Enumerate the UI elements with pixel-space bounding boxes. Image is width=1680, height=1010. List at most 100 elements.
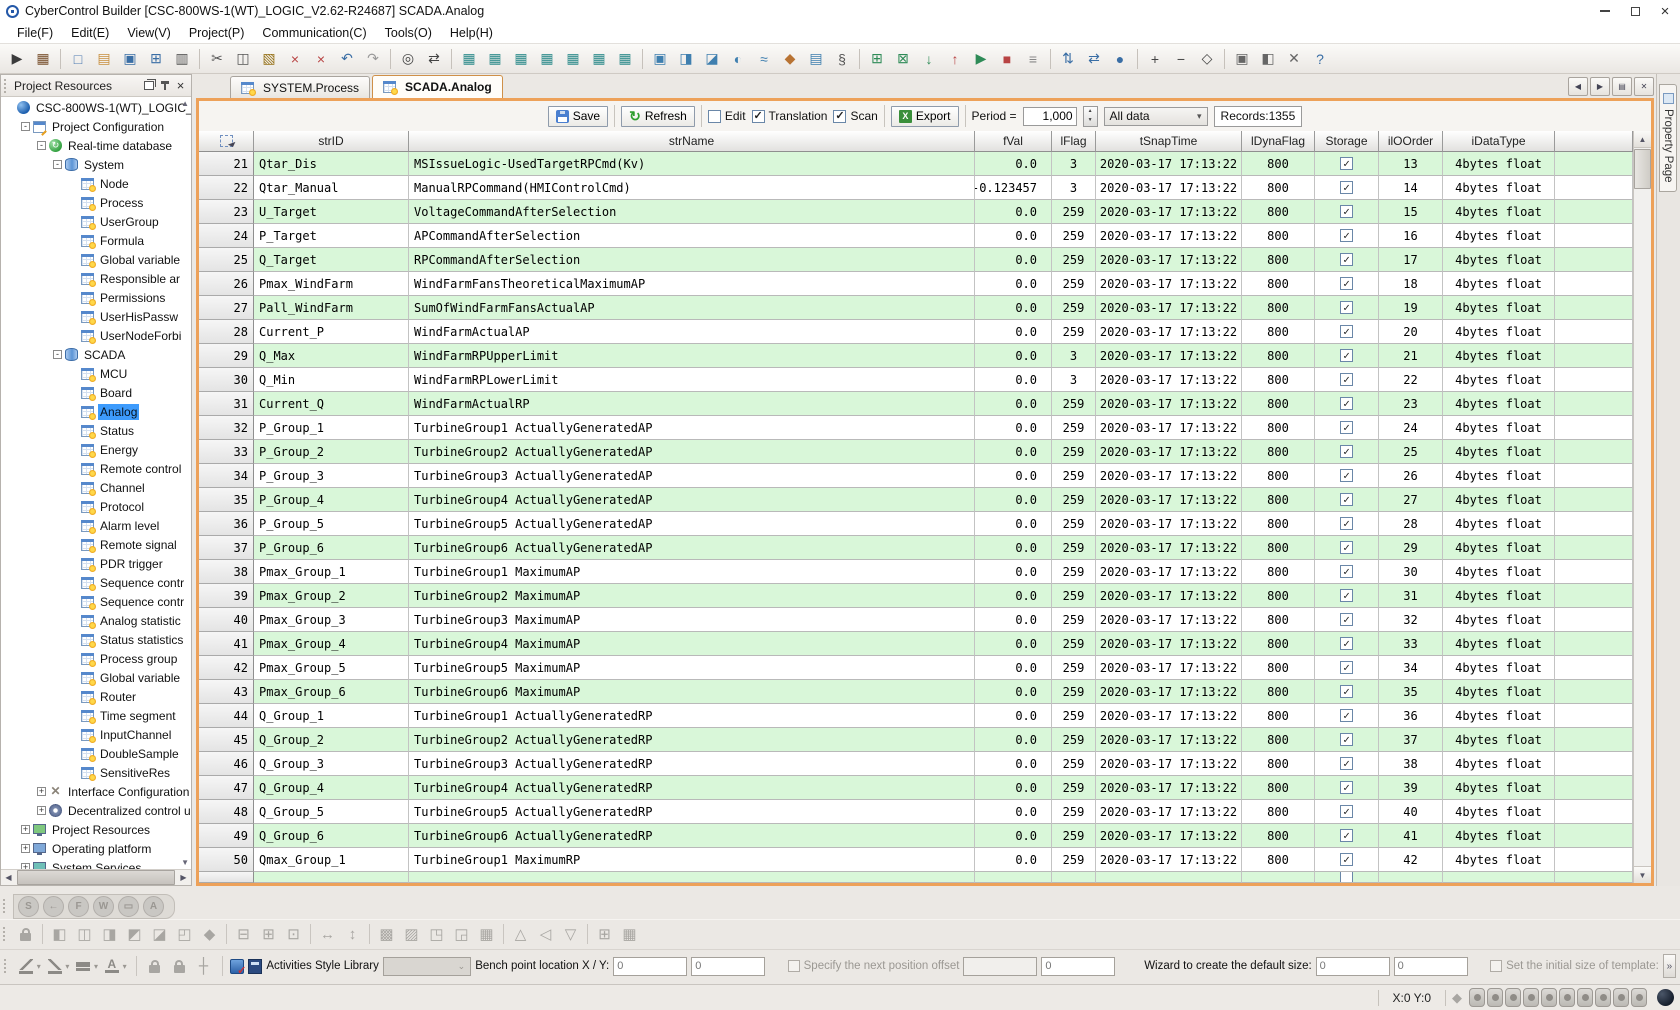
cell-lflag[interactable]: 3 <box>1052 152 1096 176</box>
storage-checkbox[interactable] <box>1340 872 1353 883</box>
rotate-icon[interactable]: △ <box>509 923 532 946</box>
table-row-27[interactable]: 27Pall_WindFarmSumOfWindFarmFansActualAP… <box>199 296 1633 320</box>
replace-icon[interactable]: ⇄ <box>422 47 446 71</box>
cell-storage[interactable] <box>1315 560 1379 584</box>
cell-ldynaflag[interactable]: 800 <box>1242 440 1315 464</box>
zoom-in-icon[interactable]: + <box>1143 47 1167 71</box>
db-table-icon-6[interactable]: ▦ <box>587 47 611 71</box>
tree-item-userhispassw[interactable]: UserHisPassw <box>1 307 191 326</box>
cell-strid[interactable]: P_Group_1 <box>254 416 409 440</box>
storage-checkbox[interactable] <box>1340 277 1353 290</box>
chevron-down-icon[interactable]: ▾ <box>37 962 41 971</box>
cell-lflag[interactable]: 259 <box>1052 608 1096 632</box>
open-icon[interactable]: ▤ <box>92 47 116 71</box>
cell-storage[interactable] <box>1315 344 1379 368</box>
table-row-34[interactable]: 34P_Group_3TurbineGroup3 ActuallyGenerat… <box>199 464 1633 488</box>
cell-strname[interactable]: TurbineGroup1 ActuallyGeneratedAP <box>409 416 975 440</box>
cell-iloorder[interactable]: 14 <box>1379 176 1443 200</box>
cell-lflag[interactable]: 259 <box>1052 824 1096 848</box>
cell-lflag[interactable]: 259 <box>1052 728 1096 752</box>
alarm-icon[interactable]: ◆ <box>778 47 802 71</box>
cell-strid[interactable]: Qmax_Group_1 <box>254 848 409 872</box>
cell-fval[interactable]: 0.0 <box>975 704 1052 728</box>
cell-tsnaptime[interactable]: 2020-03-17 17:13:22 <box>1096 800 1242 824</box>
cell-ldynaflag[interactable]: 800 <box>1242 704 1315 728</box>
cell-ldynaflag[interactable]: 800 <box>1242 200 1315 224</box>
table-row-26[interactable]: 26Pmax_WindFarmWindFarmFansTheoreticalMa… <box>199 272 1633 296</box>
cell-strname[interactable]: TurbineGroup2 ActuallyGeneratedRP <box>409 728 975 752</box>
tree-item-alarm-level[interactable]: Alarm level <box>1 516 191 535</box>
same-size-icon[interactable]: ⊡ <box>282 923 305 946</box>
db-table-icon-1[interactable]: ▦ <box>457 47 481 71</box>
cell-filler[interactable] <box>1555 728 1633 752</box>
cell-strname[interactable]: TurbineGroup4 ActuallyGeneratedRP <box>409 776 975 800</box>
row-number[interactable]: 33 <box>199 440 254 464</box>
cell-storage[interactable] <box>1315 368 1379 392</box>
cell-tsnaptime[interactable]: 2020-03-17 17:13:22 <box>1096 536 1242 560</box>
cell-iloorder[interactable]: 29 <box>1379 536 1443 560</box>
cell-lflag[interactable]: 259 <box>1052 272 1096 296</box>
cell-strid[interactable]: Q_Group_6 <box>254 824 409 848</box>
cell-idatatype[interactable]: 4bytes float <box>1443 800 1555 824</box>
row-number[interactable]: 30 <box>199 368 254 392</box>
cell-filler[interactable] <box>1555 848 1633 872</box>
cell-filler[interactable] <box>1555 392 1633 416</box>
cell-ldynaflag[interactable]: 800 <box>1242 848 1315 872</box>
table-row-21[interactable]: 21Qtar_DisMSIssueLogic-UsedTargetRPCmd(K… <box>199 152 1633 176</box>
cell-fval[interactable]: 0.0 <box>975 344 1052 368</box>
cell-filler[interactable] <box>1555 536 1633 560</box>
cell-strname[interactable]: TurbineGroup1 MaximumAP <box>409 560 975 584</box>
pointer-tool-icon[interactable]: ▶ <box>5 47 29 71</box>
sidebar-hscrollbar[interactable]: ◀ ▶ <box>1 869 191 885</box>
table-row-38[interactable]: 38Pmax_Group_1TurbineGroup1 MaximumAP0.0… <box>199 560 1633 584</box>
storage-checkbox[interactable] <box>1340 349 1353 362</box>
tree-item-scada[interactable]: -SCADA <box>1 345 191 364</box>
cell-strname[interactable]: TurbineGroup3 ActuallyGeneratedAP <box>409 464 975 488</box>
cell-tsnaptime[interactable]: 2020-03-17 17:13:22 <box>1096 464 1242 488</box>
storage-checkbox[interactable] <box>1340 325 1353 338</box>
cell-strid[interactable]: Q_Target <box>254 248 409 272</box>
cell-tsnaptime[interactable]: 2020-03-17 17:13:22 <box>1096 776 1242 800</box>
close-panel-button[interactable]: × <box>173 78 188 93</box>
cell-ldynaflag[interactable]: 800 <box>1242 800 1315 824</box>
cell-strid[interactable]: P_Group_2 <box>254 440 409 464</box>
cell-ldynaflag[interactable]: 800 <box>1242 296 1315 320</box>
cell-storage[interactable] <box>1315 704 1379 728</box>
cell-idatatype[interactable]: 4bytes float <box>1443 344 1555 368</box>
cell-strid[interactable]: Q_Group_4 <box>254 776 409 800</box>
cell-tsnaptime[interactable]: 2020-03-17 17:13:22 <box>1096 560 1242 584</box>
tree-item-doublesample[interactable]: DoubleSample <box>1 744 191 763</box>
cell-filler[interactable] <box>1555 320 1633 344</box>
table-row-46[interactable]: 46Q_Group_3TurbineGroup3 ActuallyGenerat… <box>199 752 1633 776</box>
row-number[interactable]: 41 <box>199 632 254 656</box>
cell-iloorder[interactable]: 37 <box>1379 728 1443 752</box>
bring-forward-icon[interactable]: ◳ <box>425 923 448 946</box>
cell-strid[interactable]: Pmax_Group_5 <box>254 656 409 680</box>
cell-iloorder[interactable]: 27 <box>1379 488 1443 512</box>
tree-scroll-up[interactable]: ▲ <box>181 99 189 108</box>
cell-ldynaflag[interactable]: 800 <box>1242 224 1315 248</box>
cell-filler[interactable] <box>1555 224 1633 248</box>
arrange-icon[interactable]: ◧ <box>1256 47 1280 71</box>
cell-iloorder[interactable]: 32 <box>1379 608 1443 632</box>
storage-checkbox[interactable] <box>1340 301 1353 314</box>
col-header-idatatype[interactable]: iDataType <box>1443 131 1555 152</box>
row-number[interactable]: 23 <box>199 200 254 224</box>
prev-tab-button[interactable]: ◀ <box>1568 77 1588 96</box>
shape-f-tool[interactable]: F <box>68 896 89 917</box>
tree-item-sensitiveres[interactable]: SensitiveRes <box>1 763 191 782</box>
cell-storage[interactable] <box>1315 176 1379 200</box>
offset-input-1[interactable] <box>963 957 1037 976</box>
cell-storage[interactable] <box>1315 512 1379 536</box>
cell-ldynaflag[interactable]: 800 <box>1242 536 1315 560</box>
cell-filler[interactable] <box>1555 488 1633 512</box>
cell-fval[interactable]: 0.0 <box>975 608 1052 632</box>
same-height-icon[interactable]: ⊞ <box>257 923 280 946</box>
cell-filler[interactable] <box>1555 608 1633 632</box>
cell-tsnaptime[interactable]: 2020-03-17 17:13:22 <box>1096 728 1242 752</box>
period-spinner[interactable]: ▲▼ <box>1083 106 1098 127</box>
expand-icon[interactable]: + <box>21 844 30 853</box>
script-icon[interactable]: § <box>830 47 854 71</box>
cell-ldynaflag[interactable]: 800 <box>1242 728 1315 752</box>
cell-filler[interactable] <box>1555 464 1633 488</box>
